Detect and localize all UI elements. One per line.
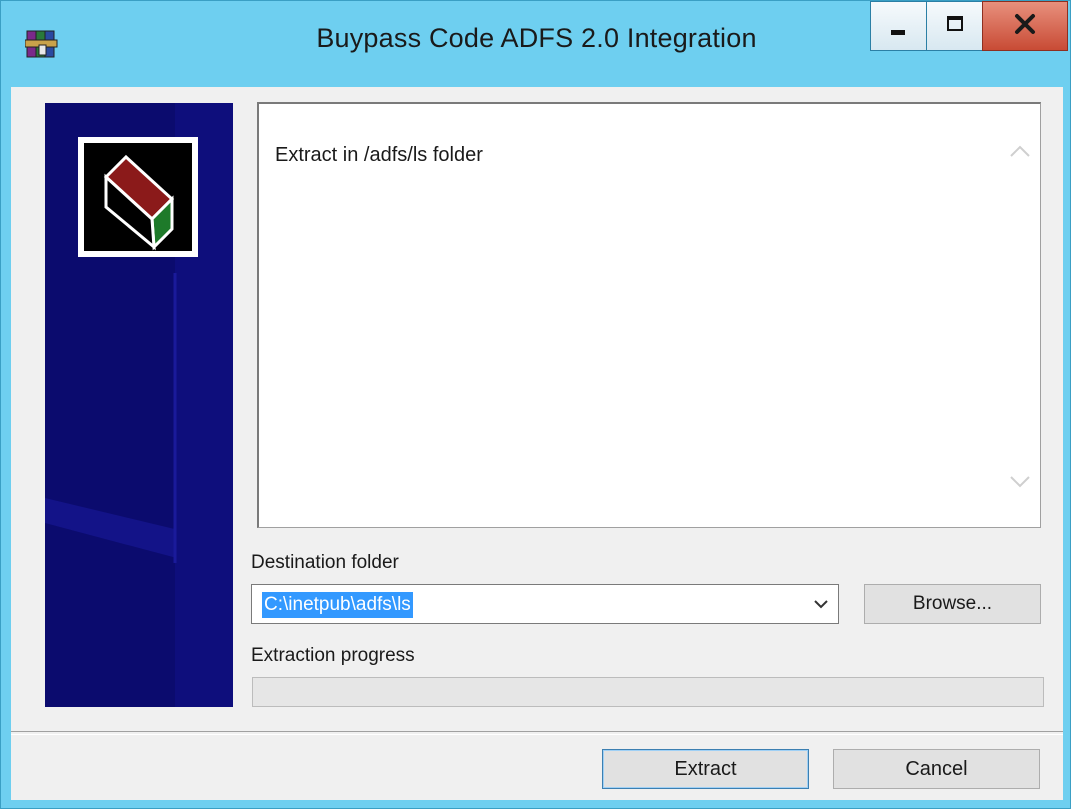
maximize-icon <box>947 16 963 31</box>
minimize-icon <box>891 30 905 35</box>
extraction-progress-bar <box>252 677 1044 707</box>
destination-folder-value[interactable]: C:\inetpub\adfs\ls <box>262 592 413 618</box>
app-logo-frame <box>78 137 198 257</box>
info-textbox[interactable]: Extract in /adfs/ls folder <box>257 102 1041 528</box>
close-button[interactable] <box>982 1 1068 51</box>
destination-folder-label: Destination folder <box>251 552 399 573</box>
package-box-icon <box>103 154 175 251</box>
chevron-up-icon[interactable] <box>1008 142 1032 160</box>
extraction-progress-label: Extraction progress <box>251 645 415 666</box>
info-text: Extract in /adfs/ls folder <box>275 144 483 166</box>
extract-button[interactable]: Extract <box>602 749 809 789</box>
browse-button[interactable]: Browse... <box>864 584 1041 624</box>
chevron-down-icon[interactable] <box>810 593 832 615</box>
minimize-button[interactable] <box>870 1 927 51</box>
installer-window: Buypass Code ADFS 2.0 Integration Extrac… <box>0 0 1071 809</box>
footer-separator <box>11 731 1063 735</box>
dialog-body: Extract in /adfs/ls folder Destination f… <box>11 87 1063 800</box>
chevron-down-icon[interactable] <box>1008 473 1032 491</box>
destination-folder-combobox[interactable]: C:\inetpub\adfs\ls <box>251 584 839 624</box>
maximize-button[interactable] <box>926 1 983 51</box>
cancel-button[interactable]: Cancel <box>833 749 1040 789</box>
close-icon <box>1015 14 1035 34</box>
title-bar[interactable]: Buypass Code ADFS 2.0 Integration <box>1 1 1071 87</box>
sidebar-banner <box>45 103 233 707</box>
